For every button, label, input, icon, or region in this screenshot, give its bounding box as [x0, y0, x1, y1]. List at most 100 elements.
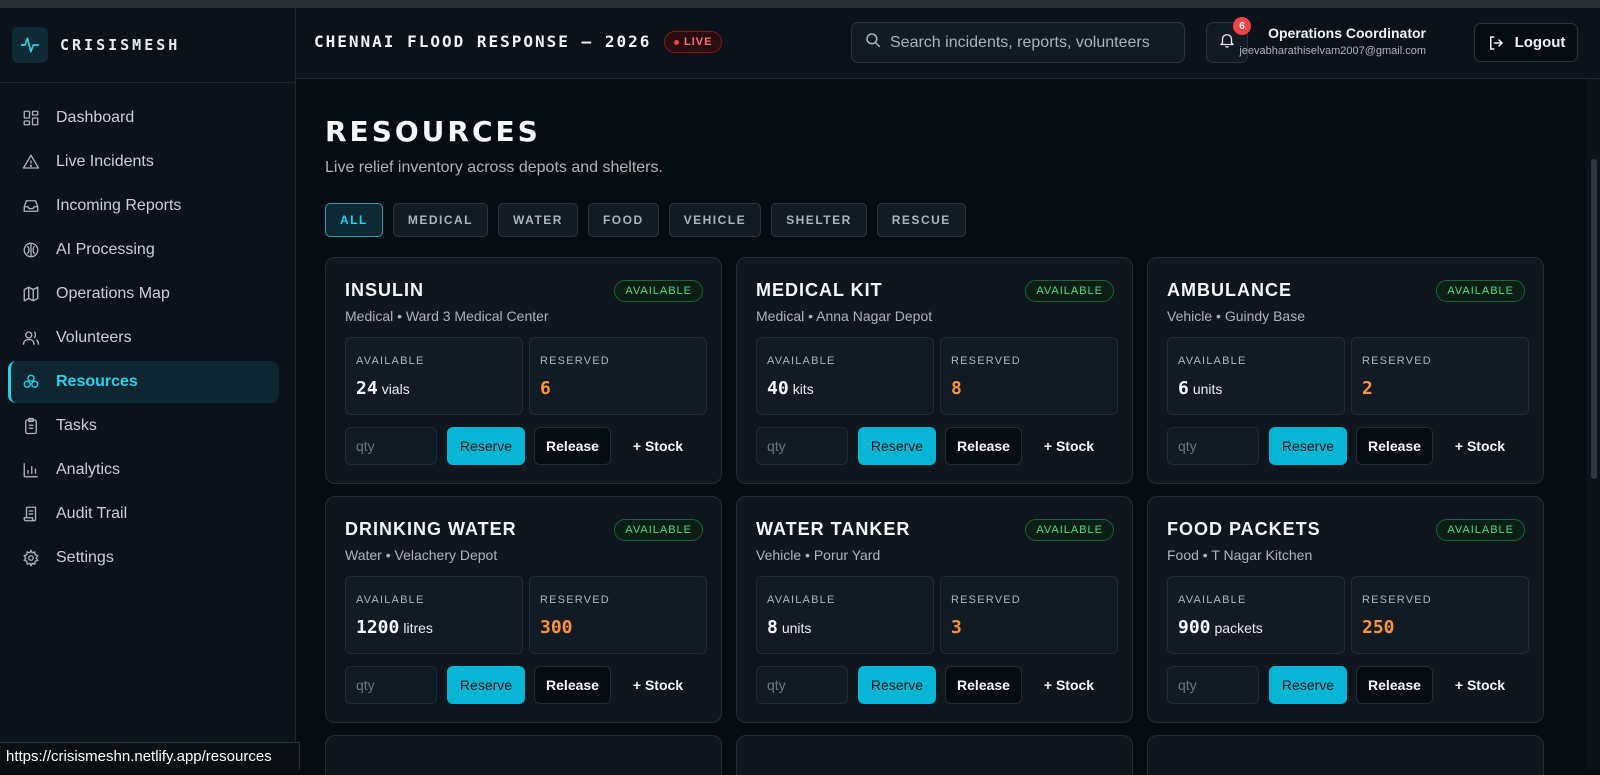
- sidebar-item-ai-processing[interactable]: AI Processing: [8, 229, 279, 271]
- available-label: AVAILABLE: [767, 594, 836, 606]
- sidebar-item-resources[interactable]: Resources: [8, 361, 279, 403]
- boxes-icon: [22, 373, 40, 391]
- qty-input[interactable]: [756, 427, 848, 465]
- filter-medical[interactable]: MEDICAL: [392, 203, 488, 237]
- reserved-value: 6: [540, 378, 551, 399]
- search-input[interactable]: [890, 33, 1170, 52]
- filter-shelter[interactable]: SHELTER: [771, 203, 867, 237]
- status-badge: AVAILABLE: [1436, 519, 1525, 541]
- reserved-value: 250: [1362, 617, 1395, 638]
- brand[interactable]: CRISISMESH: [0, 8, 295, 83]
- sidebar-item-analytics[interactable]: Analytics: [8, 449, 279, 491]
- available-label: AVAILABLE: [1178, 355, 1247, 367]
- resource-location: Medical • Anna Nagar Depot: [756, 308, 933, 324]
- scrollbar-thumb[interactable]: [1591, 159, 1597, 479]
- reserve-button[interactable]: Reserve: [447, 427, 525, 465]
- qty-input[interactable]: [345, 666, 437, 704]
- available-label: AVAILABLE: [1178, 594, 1247, 606]
- sidebar-item-tasks[interactable]: Tasks: [8, 405, 279, 447]
- resource-location: Food • T Nagar Kitchen: [1167, 547, 1313, 563]
- available-value: 8 units: [767, 617, 811, 638]
- reserved-label: RESERVED: [1362, 355, 1432, 367]
- resource-card: FOOD PACKETS Food • T Nagar Kitchen AVAI…: [1147, 496, 1544, 723]
- user-info: Operations Coordinator jeevabharathiselv…: [1239, 25, 1426, 57]
- filter-vehicle[interactable]: VEHICLE: [668, 203, 762, 237]
- sidebar-item-dashboard[interactable]: Dashboard: [8, 97, 279, 139]
- sidebar-item-settings[interactable]: Settings: [8, 537, 279, 579]
- brand-name: CRISISMESH: [60, 36, 181, 54]
- bell-icon: [1218, 31, 1236, 54]
- sidebar-item-label: Settings: [56, 549, 114, 566]
- available-stat: AVAILABLE 900 packets: [1167, 576, 1345, 654]
- scroll-icon: [22, 505, 40, 523]
- available-unit: packets: [1214, 620, 1263, 636]
- pulse-icon: [12, 27, 48, 63]
- reserved-value: 3: [951, 617, 962, 638]
- sidebar-item-label: Operations Map: [56, 285, 170, 302]
- available-value: 900 packets: [1178, 617, 1263, 638]
- release-button[interactable]: Release: [945, 666, 1022, 704]
- search-box[interactable]: [851, 22, 1185, 63]
- add-stock-button[interactable]: + Stock: [1033, 666, 1105, 704]
- sidebar-item-audit-trail[interactable]: Audit Trail: [8, 493, 279, 535]
- available-stat: AVAILABLE 8 units: [756, 576, 934, 654]
- resource-name: DRINKING WATER: [345, 519, 517, 539]
- logout-label: Logout: [1514, 34, 1566, 51]
- page-scrollbar[interactable]: [1586, 79, 1600, 770]
- qty-input[interactable]: [1167, 666, 1259, 704]
- status-badge: AVAILABLE: [1436, 280, 1525, 302]
- add-stock-button[interactable]: + Stock: [622, 427, 694, 465]
- live-badge: LIVE: [664, 31, 723, 53]
- sidebar-item-volunteers[interactable]: Volunteers: [8, 317, 279, 359]
- reserve-button[interactable]: Reserve: [858, 427, 936, 465]
- reserve-button[interactable]: Reserve: [858, 666, 936, 704]
- reserve-button[interactable]: Reserve: [1269, 666, 1347, 704]
- release-button[interactable]: Release: [534, 427, 611, 465]
- add-stock-button[interactable]: + Stock: [1444, 427, 1516, 465]
- release-button[interactable]: Release: [1356, 666, 1433, 704]
- status-badge: AVAILABLE: [1025, 519, 1114, 541]
- logout-button[interactable]: Logout: [1474, 23, 1578, 62]
- resource-card-partial: [325, 735, 722, 775]
- filter-food[interactable]: FOOD: [587, 203, 659, 237]
- release-button[interactable]: Release: [945, 427, 1022, 465]
- resource-location: Vehicle • Porur Yard: [756, 547, 881, 563]
- sidebar-item-label: Analytics: [56, 461, 121, 478]
- resource-card-partial: [736, 735, 1133, 775]
- add-stock-button[interactable]: + Stock: [1444, 666, 1516, 704]
- bar-chart-icon: [22, 461, 40, 479]
- live-label: LIVE: [684, 36, 713, 48]
- available-unit: vials: [381, 381, 410, 397]
- qty-input[interactable]: [345, 427, 437, 465]
- map-icon: [22, 285, 40, 303]
- sidebar-item-label: AI Processing: [56, 241, 155, 258]
- sidebar-item-label: Incoming Reports: [56, 197, 182, 214]
- available-label: AVAILABLE: [356, 594, 425, 606]
- release-button[interactable]: Release: [1356, 427, 1433, 465]
- filter-water[interactable]: WATER: [498, 203, 578, 237]
- search-icon: [864, 31, 882, 54]
- qty-input[interactable]: [1167, 427, 1259, 465]
- sidebar-item-operations-map[interactable]: Operations Map: [8, 273, 279, 315]
- browser-status-url: https://crisismeshn.netlify.app/resource…: [0, 742, 300, 770]
- reserve-button[interactable]: Reserve: [447, 666, 525, 704]
- filter-all[interactable]: ALL: [325, 203, 383, 237]
- sidebar-item-incoming-reports[interactable]: Incoming Reports: [8, 185, 279, 227]
- release-button[interactable]: Release: [534, 666, 611, 704]
- available-stat: AVAILABLE 6 units: [1167, 337, 1345, 415]
- alert-triangle-icon: [22, 153, 40, 171]
- qty-input[interactable]: [756, 666, 848, 704]
- available-count: 40: [767, 378, 789, 399]
- reserved-value: 2: [1362, 378, 1373, 399]
- add-stock-button[interactable]: + Stock: [622, 666, 694, 704]
- sidebar-item-label: Dashboard: [56, 109, 135, 126]
- resource-card: MEDICAL KIT Medical • Anna Nagar Depot A…: [736, 257, 1133, 484]
- available-stat: AVAILABLE 1200 litres: [345, 576, 523, 654]
- available-value: 1200 litres: [356, 617, 433, 638]
- filter-rescue[interactable]: RESCUE: [876, 203, 966, 237]
- user-email: jeevabharathiselvam2007@gmail.com: [1239, 45, 1426, 57]
- reserve-button[interactable]: Reserve: [1269, 427, 1347, 465]
- category-filters: ALL MEDICAL WATER FOOD VEHICLE SHELTER R…: [325, 203, 976, 237]
- sidebar-item-live-incidents[interactable]: Live Incidents: [8, 141, 279, 183]
- add-stock-button[interactable]: + Stock: [1033, 427, 1105, 465]
